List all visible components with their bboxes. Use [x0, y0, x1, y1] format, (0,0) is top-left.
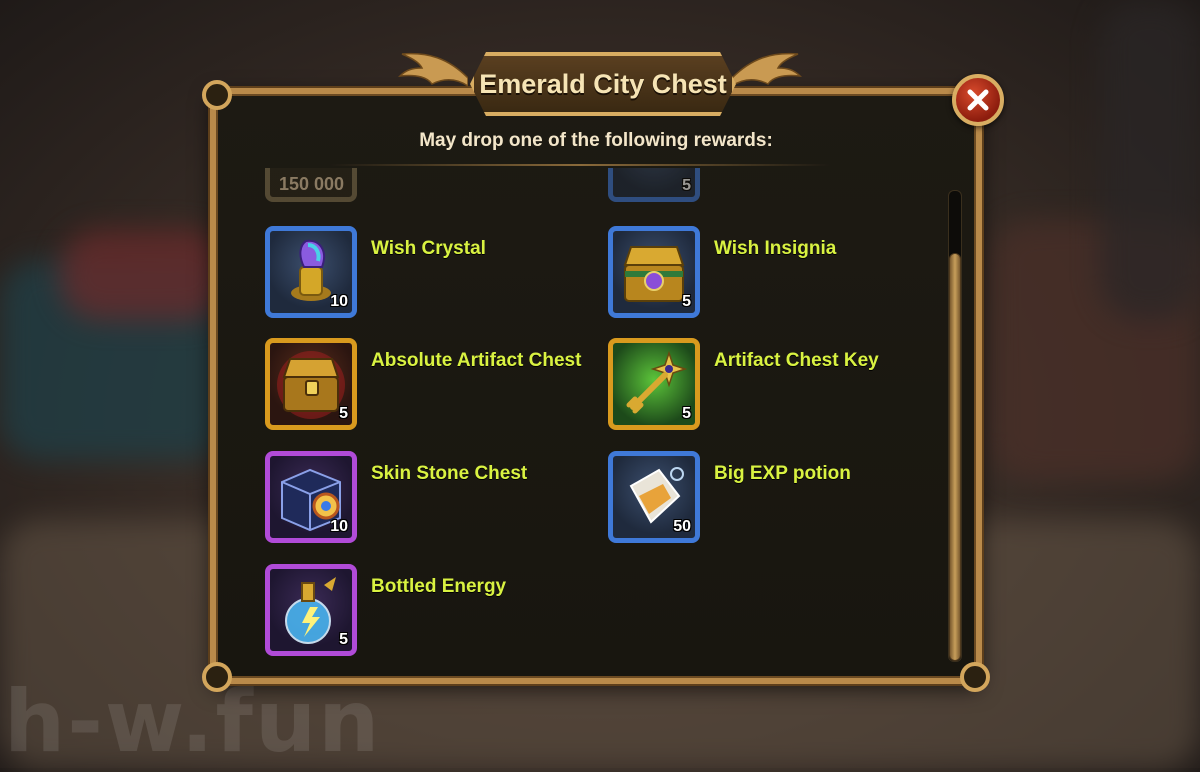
reward-label: Artifact Chest Key [714, 350, 879, 371]
reward-quantity: 10 [330, 293, 348, 310]
peek-gold-amount: 150 000 [279, 174, 345, 194]
close-button[interactable] [952, 74, 1004, 126]
reward-item-bottled-energy[interactable]: 5 Bottled Energy [265, 564, 506, 656]
reward-quantity: 10 [330, 518, 348, 535]
reward-label: Bottled Energy [371, 576, 507, 597]
corner-ornament [960, 662, 990, 692]
background-tower [1100, 0, 1200, 320]
reward-item-skin-stone-chest[interactable]: 10 Skin Stone Chest [265, 451, 527, 543]
reward-item-big-exp-potion[interactable]: 50 Big EXP potion [608, 451, 851, 543]
corner-ornament [202, 80, 232, 110]
reward-label: Wish Insignia [714, 238, 837, 259]
reward-tile: 50 [608, 451, 700, 543]
rewards-scrollbar[interactable] [948, 190, 962, 662]
title-plate: Emerald City Chest [470, 52, 736, 116]
background-roof [60, 230, 230, 320]
divider-line [330, 164, 830, 166]
reward-item-wish-insignia[interactable]: 5 Wish Insignia [608, 226, 836, 318]
reward-item-absolute-artifact-chest[interactable]: 5 Absolute Artifact Chest [265, 338, 581, 430]
close-x-icon [967, 89, 989, 111]
reward-label: Big EXP potion [714, 463, 851, 484]
reward-quantity: 5 [682, 293, 691, 310]
reward-quantity: 5 [339, 405, 348, 422]
reward-quantity: 5 [339, 631, 348, 648]
scrollbar-thumb[interactable] [949, 253, 961, 661]
reward-quantity: 5 [682, 405, 691, 422]
reward-tile: 10 [265, 226, 357, 318]
reward-item-artifact-chest-key[interactable]: 5 Artifact Chest Key [608, 338, 879, 430]
peek-item-right: 5 [608, 168, 700, 202]
reward-tile: 5 [265, 338, 357, 430]
left-wing-ornament [398, 52, 468, 87]
watermark: h-w.fun [4, 672, 382, 772]
dialog-title: Emerald City Chest [479, 68, 727, 99]
reward-quantity: 50 [673, 518, 691, 535]
reward-label: Skin Stone Chest [371, 463, 528, 484]
right-wing-ornament [732, 52, 802, 87]
reward-item-wish-crystal[interactable]: 10 Wish Crystal [265, 226, 486, 318]
corner-ornament [202, 662, 232, 692]
reward-tile: 5 [608, 338, 700, 430]
reward-label: Wish Crystal [371, 238, 486, 259]
reward-tile: 5 [265, 564, 357, 656]
reward-tile: 5 [608, 226, 700, 318]
reward-label: Absolute Artifact Chest [371, 350, 582, 371]
reward-tile: 10 [265, 451, 357, 543]
rewards-subtitle: May drop one of the following rewards: [419, 130, 773, 151]
peek-quantity: 5 [682, 177, 691, 194]
